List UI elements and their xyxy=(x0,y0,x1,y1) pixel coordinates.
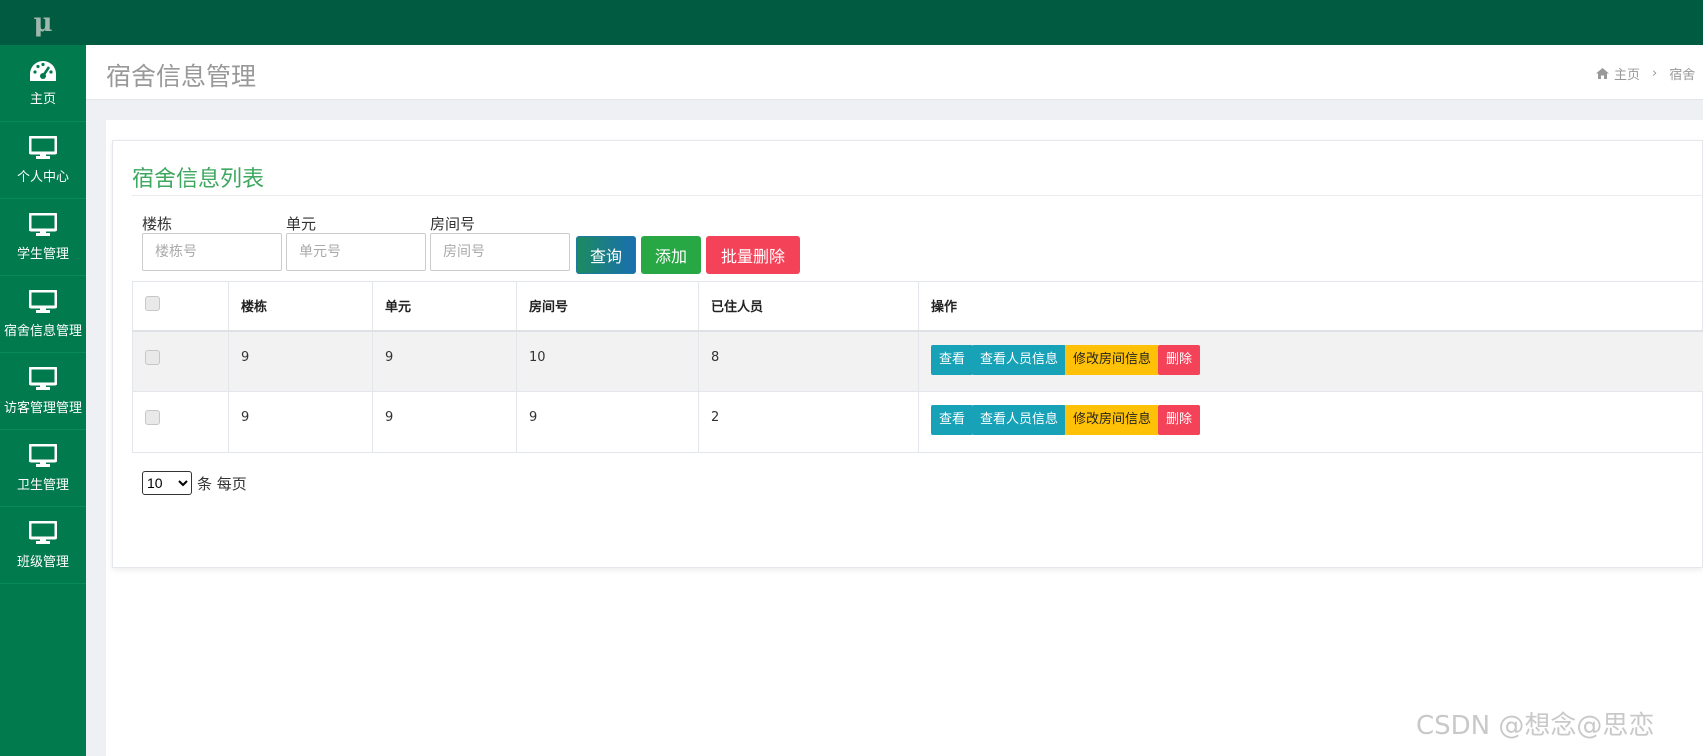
card-title: 宿舍信息列表 xyxy=(132,167,265,192)
select-all-cell xyxy=(132,281,229,332)
sidebar-item-classes[interactable]: 班级管理 xyxy=(0,507,86,584)
divider xyxy=(132,195,1703,196)
view-people-button[interactable]: 查看人员信息 xyxy=(972,344,1067,375)
table-row: 9 9 10 8 查看 查看人员信息 修改房间信息 删除 xyxy=(132,330,1703,392)
dorm-table: 楼栋 单元 房间号 已住人员 操作 9 9 10 8 查看 查看人员信息 修改房间信… xyxy=(132,281,1703,453)
building-label: 楼栋 xyxy=(142,215,173,233)
room-cell: 9 xyxy=(516,391,699,453)
watermark: CSDN @想念@思恋 xyxy=(1416,711,1655,741)
monitor-icon xyxy=(29,212,57,236)
view-button[interactable]: 查看 xyxy=(931,405,974,435)
row-select-cell xyxy=(132,330,229,392)
column-header: 房间号 xyxy=(516,281,699,332)
sidebar-item-home[interactable]: 主页 xyxy=(0,45,86,122)
chevron-right-icon: › xyxy=(1652,66,1658,81)
pagination-size: 10 条 每页 xyxy=(142,471,247,495)
unit-input[interactable] xyxy=(286,233,426,271)
sidebar-item-dorm-info[interactable]: 宿舍信息管理 xyxy=(0,276,86,353)
unit-field: 单元 xyxy=(286,213,426,271)
unit-cell: 9 xyxy=(372,391,517,453)
content-wrapper: 宿舍信息列表 楼栋 单元 房间号 查询 添加 批量删除 xyxy=(106,120,1703,756)
edit-room-button[interactable]: 修改房间信息 xyxy=(1065,405,1160,435)
sidebar-item-label: 宿舍信息管理 xyxy=(3,323,82,339)
sidebar-item-hygiene[interactable]: 卫生管理 xyxy=(0,430,86,507)
sidebar-item-label: 卫生管理 xyxy=(16,477,69,493)
row-select-cell xyxy=(132,391,229,453)
delete-button[interactable]: 删除 xyxy=(1158,405,1201,435)
room-cell: 10 xyxy=(516,330,699,392)
row-checkbox[interactable] xyxy=(145,349,160,365)
monitor-icon xyxy=(29,289,57,313)
view-people-button[interactable]: 查看人员信息 xyxy=(972,405,1067,435)
sidebar-item-label: 主页 xyxy=(29,91,56,107)
sidebar-item-students[interactable]: 学生管理 xyxy=(0,199,86,276)
unit-cell: 9 xyxy=(372,330,517,392)
delete-button[interactable]: 删除 xyxy=(1158,344,1201,375)
breadcrumb-home-link[interactable]: 主页 xyxy=(1614,64,1640,83)
building-field: 楼栋 xyxy=(142,213,282,271)
building-input[interactable] xyxy=(142,233,282,271)
add-button[interactable]: 添加 xyxy=(641,236,701,274)
sidebar-item-label: 班级管理 xyxy=(16,554,69,570)
dorm-list-card: 宿舍信息列表 楼栋 单元 房间号 查询 添加 批量删除 xyxy=(112,140,1703,568)
top-header-bar xyxy=(86,0,1703,45)
room-input[interactable] xyxy=(430,233,570,271)
monitor-icon xyxy=(29,520,57,544)
column-header: 已住人员 xyxy=(698,281,919,332)
logo[interactable]: μ xyxy=(0,0,86,45)
sidebar: μ 主页 个人中心 学生管理 宿舍信息管理 访客管理管理 卫生管理 班级管理 xyxy=(0,0,86,756)
sidebar-item-label: 个人中心 xyxy=(16,169,69,185)
logo-text: μ xyxy=(33,7,53,38)
sidebar-item-label: 学生管理 xyxy=(16,246,69,262)
sidebar-item-personal-center[interactable]: 个人中心 xyxy=(0,122,86,199)
page-header: 宿舍信息管理 主页 › 宿舍 xyxy=(86,45,1703,100)
monitor-icon xyxy=(29,135,57,159)
occupants-cell: 2 xyxy=(698,391,919,453)
page-size-select[interactable]: 10 xyxy=(142,471,192,495)
column-header: 单元 xyxy=(372,281,517,332)
actions-cell: 查看 查看人员信息 修改房间信息 删除 xyxy=(918,330,1703,392)
page-title: 宿舍信息管理 xyxy=(106,62,257,91)
select-all-checkbox[interactable] xyxy=(145,296,160,312)
sidebar-item-visitors[interactable]: 访客管理管理 xyxy=(0,353,86,430)
table-header-row: 楼栋 单元 房间号 已住人员 操作 xyxy=(132,281,1703,332)
unit-label: 单元 xyxy=(286,215,317,233)
batch-delete-button[interactable]: 批量删除 xyxy=(706,236,800,274)
table-row: 9 9 9 2 查看 查看人员信息 修改房间信息 删除 xyxy=(132,391,1703,453)
query-button[interactable]: 查询 xyxy=(576,236,636,274)
edit-room-button[interactable]: 修改房间信息 xyxy=(1065,344,1160,375)
actions-cell: 查看 查看人员信息 修改房间信息 删除 xyxy=(918,391,1703,453)
room-label: 房间号 xyxy=(430,215,476,233)
room-field: 房间号 xyxy=(430,213,570,271)
page-size-suffix: 条 每页 xyxy=(197,474,247,493)
column-header: 操作 xyxy=(918,281,1703,332)
breadcrumb: 主页 › 宿舍 xyxy=(1596,64,1695,83)
home-icon xyxy=(1596,68,1609,79)
sidebar-item-label: 访客管理管理 xyxy=(3,400,82,416)
occupants-cell: 8 xyxy=(698,330,919,392)
view-button[interactable]: 查看 xyxy=(931,344,974,375)
breadcrumb-current: 宿舍 xyxy=(1669,68,1696,83)
monitor-icon xyxy=(29,366,57,390)
row-checkbox[interactable] xyxy=(145,410,160,425)
column-header: 楼栋 xyxy=(228,281,373,332)
building-cell: 9 xyxy=(228,330,373,392)
dashboard-icon xyxy=(30,60,56,81)
building-cell: 9 xyxy=(228,391,373,453)
monitor-icon xyxy=(29,443,57,467)
